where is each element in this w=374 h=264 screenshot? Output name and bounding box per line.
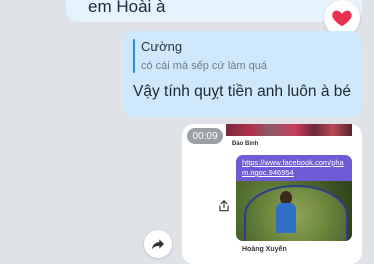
link-photo: [236, 181, 352, 241]
forward-arrow-icon: [152, 239, 164, 250]
quote-bar: [133, 39, 135, 73]
quoted-message[interactable]: Cường có cái mà sếp cứ làm quá: [133, 39, 353, 73]
message-text: em Hoài à: [88, 0, 166, 16]
video-duration: 00:09: [187, 128, 223, 144]
message-text: Vậy tính quỵt tiền anh luôn à bé: [133, 83, 352, 100]
heart-icon: [332, 10, 352, 27]
share-icon[interactable]: [217, 199, 231, 213]
forward-button[interactable]: [144, 230, 172, 258]
shared-link-preview[interactable]: https://www.facebook.com/pham.ngoc.94695…: [236, 155, 352, 241]
person-body: [276, 203, 296, 233]
video-sender-name: Đào Bình: [232, 141, 259, 147]
video-bottom-name: Hoàng Xuyến: [242, 246, 287, 253]
quote-text: có cái mà sếp cứ làm quá: [141, 60, 267, 72]
previous-message-bubble[interactable]: em Hoài à: [66, 0, 362, 22]
link-url[interactable]: https://www.facebook.com/pham.ngoc.94695…: [242, 158, 346, 178]
quote-author: Cường: [141, 39, 183, 54]
video-thumbnail-top: [226, 124, 352, 136]
reply-message-bubble[interactable]: Cường có cái mà sếp cứ làm quá Vậy tính …: [123, 31, 363, 117]
photo-frame: [244, 185, 348, 241]
